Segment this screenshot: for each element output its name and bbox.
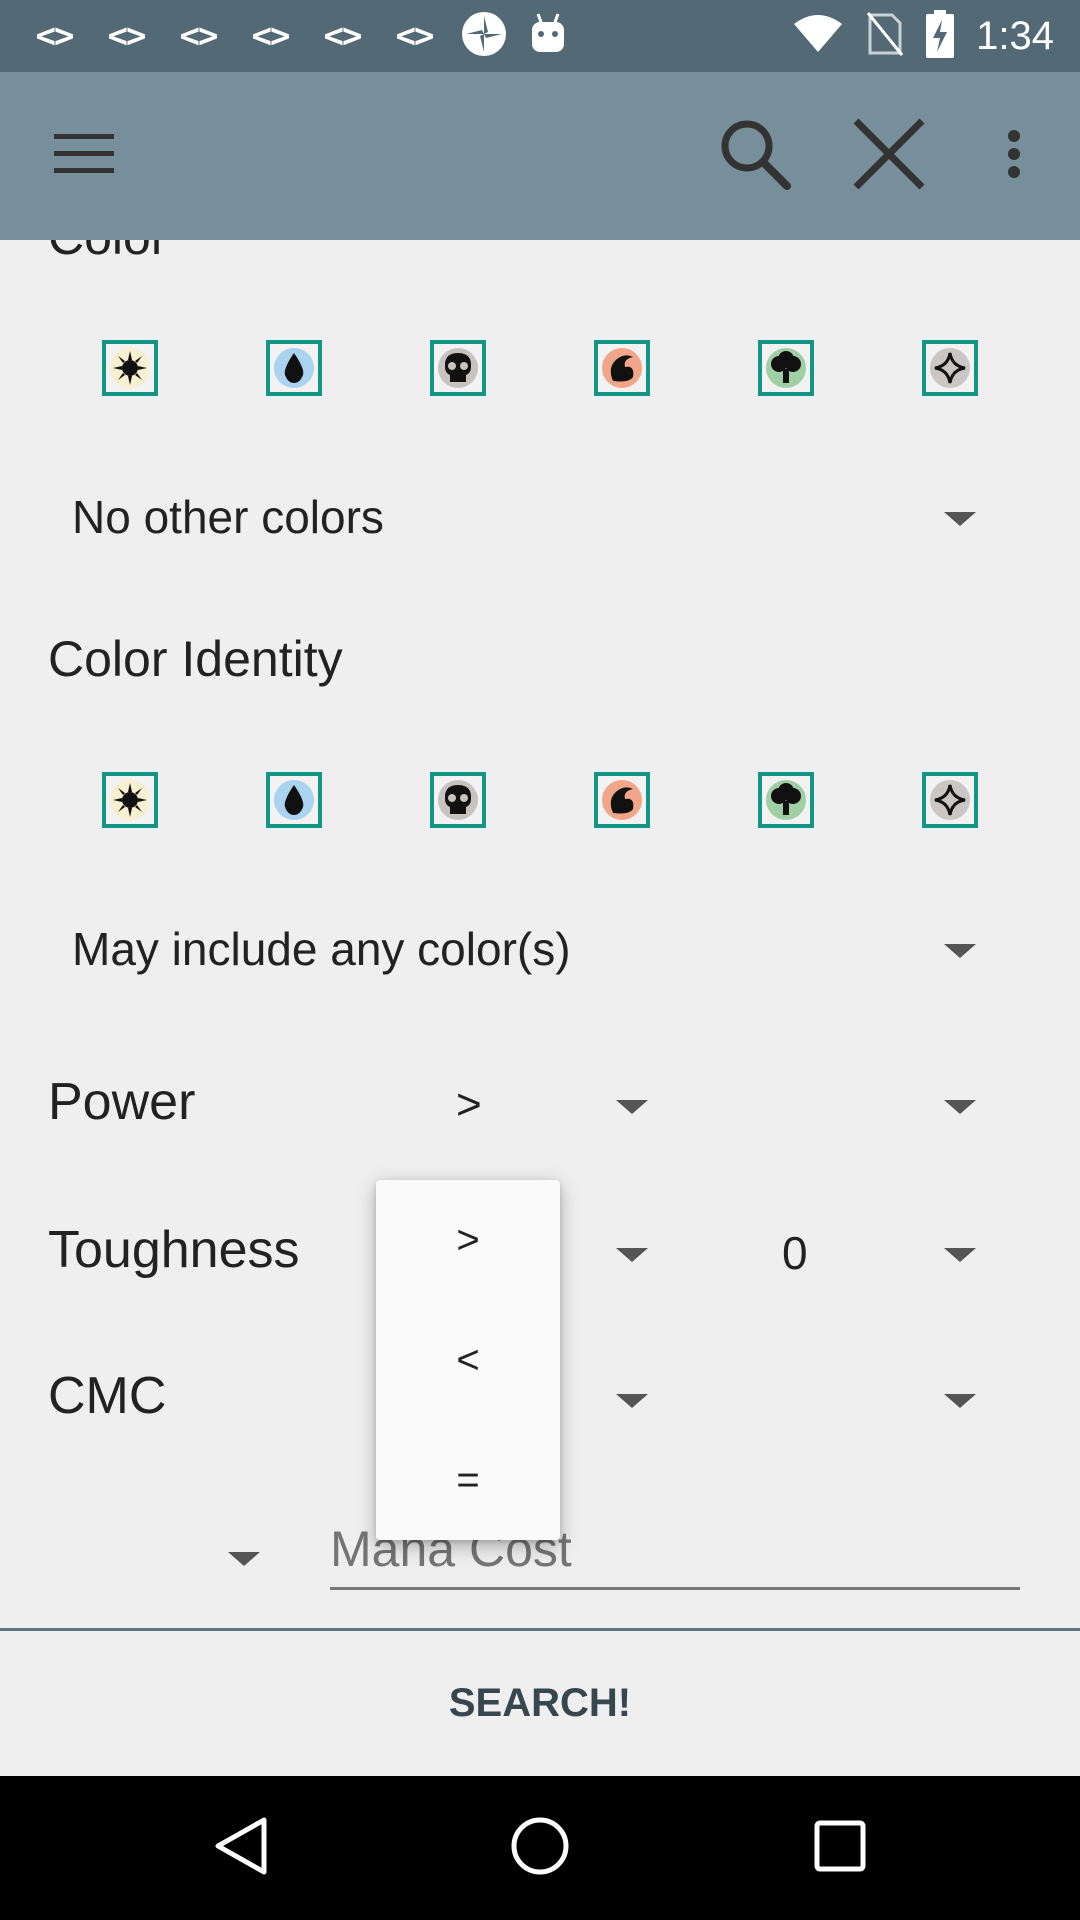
battery-charging-icon [926,9,955,63]
color-colorless-checkbox[interactable] [922,340,978,396]
menu-icon [54,132,114,181]
identity-white-checkbox[interactable] [102,772,158,828]
black-mana-icon [438,348,478,388]
color-black-checkbox[interactable] [430,340,486,396]
operator-popup-menu: > < = [376,1180,560,1540]
power-operator-dropdown[interactable]: > [420,1060,660,1150]
clear-button[interactable] [826,72,952,240]
more-vert-icon [1007,129,1021,183]
color-identity-label: Color Identity [48,631,343,687]
search-submit-button[interactable]: SEARCH! [449,1681,631,1726]
colorless-mana-icon [930,780,970,820]
red-mana-icon [602,780,642,820]
dropdown-arrow-icon [944,1100,976,1114]
pinwheel-icon [460,10,508,63]
no-sim-icon [866,11,904,62]
white-mana-icon [110,348,150,388]
toughness-value-dropdown[interactable]: 0 [700,1208,1000,1298]
green-mana-icon [766,780,806,820]
app-bar [0,72,1080,240]
color-red-checkbox[interactable] [594,340,650,396]
black-mana-icon [438,780,478,820]
system-icons: 1:34 [792,9,1054,63]
code-icon: <> [107,16,147,56]
back-icon [212,1816,268,1881]
status-bar: <> <> <> <> <> <> 1:34 [0,0,1080,72]
white-mana-icon [110,780,150,820]
search-bar: SEARCH! [0,1628,1080,1776]
color-identity-mode-value: May include any color(s) [72,923,571,975]
navigation-bar [0,1776,1080,1920]
cmc-label: CMC [48,1367,167,1425]
colorless-mana-icon [930,348,970,388]
color-identity-mode-dropdown[interactable]: May include any color(s) [72,908,1002,988]
power-value-dropdown[interactable] [700,1060,1000,1150]
dropdown-arrow-icon [944,944,976,958]
color-label: Color [48,240,167,266]
clock: 1:34 [976,13,1054,58]
dropdown-arrow-icon [944,1394,976,1408]
identity-blue-checkbox[interactable] [266,772,322,828]
identity-green-checkbox[interactable] [758,772,814,828]
toughness-label: Toughness [48,1221,300,1279]
notification-icons: <> <> <> <> <> <> [28,10,568,63]
home-icon [510,1816,570,1881]
color-blue-checkbox[interactable] [266,340,322,396]
dropdown-arrow-icon [616,1100,648,1114]
code-icon: <> [179,16,219,56]
search-button[interactable] [690,72,820,240]
color-identity-checkbox-row [0,772,1080,832]
wifi-icon [792,14,844,59]
dropdown-arrow-icon [944,512,976,526]
code-icon: <> [395,16,435,56]
back-button[interactable] [160,1776,320,1920]
dropdown-arrow-icon [228,1552,260,1566]
color-green-checkbox[interactable] [758,340,814,396]
mana-cost-dropdown[interactable] [200,1520,300,1590]
overflow-menu-button[interactable] [976,72,1052,240]
menu-button[interactable] [24,72,144,240]
operator-option[interactable]: = [376,1420,560,1540]
identity-black-checkbox[interactable] [430,772,486,828]
power-operator-value: > [456,1080,482,1129]
operator-option[interactable]: < [376,1300,560,1420]
close-icon [852,117,926,196]
identity-red-checkbox[interactable] [594,772,650,828]
blue-mana-icon [274,780,314,820]
dropdown-arrow-icon [616,1394,648,1408]
color-checkbox-row [0,340,1080,400]
home-button[interactable] [460,1776,620,1920]
color-mode-value: No other colors [72,491,384,543]
color-mode-dropdown[interactable]: No other colors [72,476,1002,556]
power-label: Power [48,1073,196,1131]
dropdown-arrow-icon [944,1248,976,1262]
operator-option[interactable]: > [376,1180,560,1300]
code-icon: <> [323,16,363,56]
android-icon [528,12,568,61]
search-icon [717,116,793,197]
code-icon: <> [251,16,291,56]
red-mana-icon [602,348,642,388]
dropdown-arrow-icon [616,1248,648,1262]
green-mana-icon [766,348,806,388]
cmc-value-dropdown[interactable] [700,1354,1000,1444]
blue-mana-icon [274,348,314,388]
color-white-checkbox[interactable] [102,340,158,396]
toughness-value: 0 [782,1227,808,1279]
recents-button[interactable] [760,1776,920,1920]
code-icon: <> [35,16,75,56]
recents-icon [814,1820,866,1877]
identity-colorless-checkbox[interactable] [922,772,978,828]
